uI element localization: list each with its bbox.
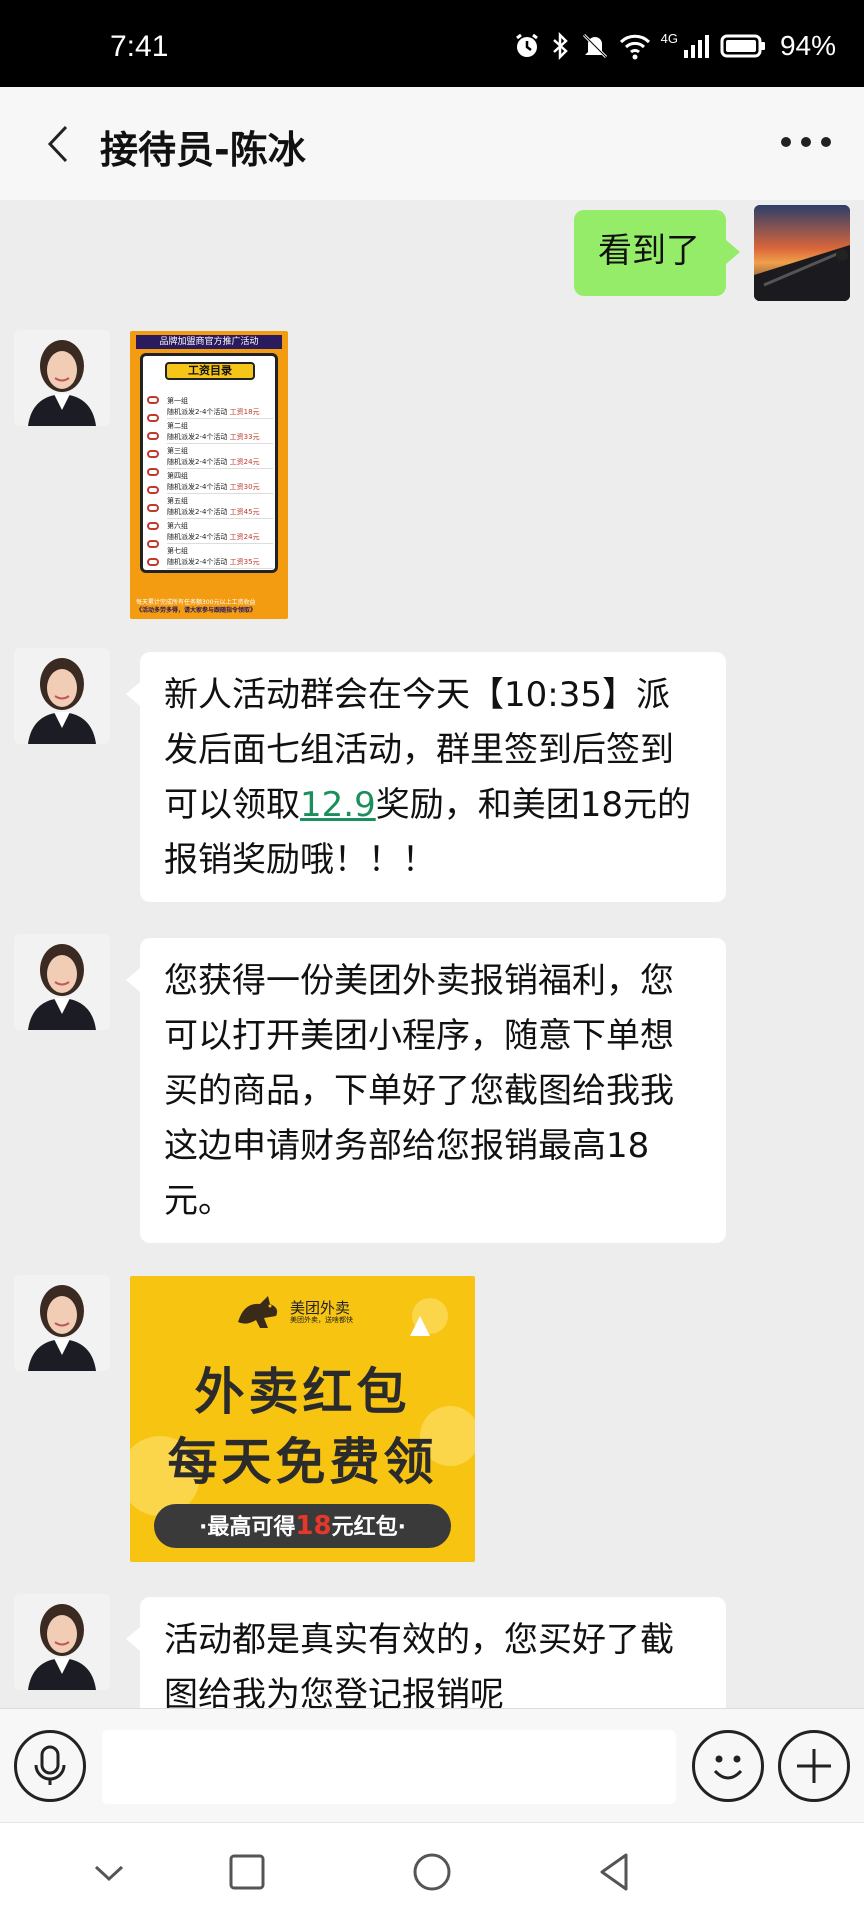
more-icon[interactable] <box>776 127 836 157</box>
input-bar <box>0 1708 864 1822</box>
nav-back-icon[interactable] <box>590 1847 640 1897</box>
message-text: 看到了 <box>598 231 700 271</box>
battery-percentage: 94% <box>779 30 836 61</box>
poster-row: 第七组 随机派发2-4个活动 工资35元 <box>167 546 273 569</box>
more-actions-button[interactable] <box>778 1730 850 1802</box>
woman-portrait-icon <box>14 934 110 1030</box>
meituan-brand-slogan: 美团外卖，送啥都快 <box>290 1316 353 1324</box>
poster-row: 第二组 随机派发2-4个活动 工资33元 <box>167 421 273 444</box>
emoji-icon <box>713 1755 743 1780</box>
chat-title: 接待员-陈冰 <box>100 128 306 172</box>
message-text: 活动都是真实有效的，您买好了截图给我为您登记报销呢 <box>164 1620 674 1708</box>
contact-avatar[interactable] <box>14 934 110 1030</box>
status-icons: 4G 94% <box>513 30 836 62</box>
meituan-subheadline: 每天免费领 <box>167 1433 438 1491</box>
sunset-photo-icon <box>754 205 850 301</box>
my-avatar[interactable] <box>754 205 850 301</box>
poster-row: 第五组 随机派发2-4个活动 工资45元 <box>167 496 273 519</box>
message-bubble-contact[interactable]: 活动都是真实有效的，您买好了截图给我为您登记报销呢 <box>126 1597 726 1708</box>
nav-home-icon[interactable] <box>407 1847 457 1897</box>
battery-icon <box>720 34 765 58</box>
meituan-red-packet-image[interactable]: 美团外卖 美团外卖，送啥都快 外卖红包 每天免费领 ·最高可得18元红包· <box>130 1276 475 1562</box>
poster-row: 第一组 随机派发2-4个活动 工资18元 <box>167 396 273 419</box>
message-link[interactable]: 12.9 <box>300 785 376 825</box>
voice-button[interactable] <box>14 1730 86 1802</box>
meituan-headline: 外卖红包 <box>194 1363 411 1421</box>
emoji-button[interactable] <box>692 1730 764 1802</box>
nav-down-icon[interactable] <box>84 1847 134 1897</box>
back-button[interactable] <box>40 121 76 167</box>
system-nav-bar <box>0 1822 864 1920</box>
poster-row: 第六组 随机派发2-4个活动 工资24元 <box>167 521 273 544</box>
meituan-max-amount-pill: ·最高可得18元红包· <box>154 1504 451 1548</box>
woman-portrait-icon <box>14 330 110 426</box>
meituan-brand-name: 美团外卖 <box>290 1299 351 1317</box>
signal-icon <box>683 35 709 58</box>
poster-banner: 品牌加盟商官方推广活动 <box>136 335 282 349</box>
poster-footer: 每天累计完成所有任务额300元以上工资收益 《活动多劳多得，请大家参与跟随指令领… <box>136 599 282 615</box>
message-input[interactable] <box>102 1730 676 1804</box>
kangaroo-icon <box>238 1296 278 1328</box>
message-bubble-contact[interactable]: 新人活动群会在今天【10:35】派发后面七组活动，群里签到后签到可以领取12.9… <box>126 652 726 902</box>
wifi-icon <box>619 34 650 60</box>
message-bubble-contact[interactable]: 您获得一份美团外卖报销福利，您可以打开美团小程序，随意下单想买的商品，下单好了您… <box>126 938 726 1243</box>
contact-avatar[interactable] <box>14 330 110 426</box>
plus-icon <box>797 1749 831 1783</box>
contact-avatar[interactable] <box>14 648 110 744</box>
poster-rows: 第一组 随机派发2-4个活动 工资18元 第二组 随机派发2-4个活动 工资33元 … <box>167 396 273 571</box>
chat-messages[interactable]: 看到了 品牌加盟商官方推广活动 工资目录 第一组 随机派发2-4个活动 工资18… <box>0 200 864 1708</box>
contact-avatar[interactable] <box>14 1594 110 1690</box>
message-text: 您获得一份美团外卖报销福利，您可以打开美团小程序，随意下单想买的商品，下单好了您… <box>164 961 674 1221</box>
meituan-logo: 美团外卖 美团外卖，送啥都快 <box>234 1292 353 1332</box>
mute-icon <box>582 33 607 59</box>
message-bubble-me[interactable]: 看到了 <box>574 210 740 296</box>
contact-avatar[interactable] <box>14 1275 110 1371</box>
alarm-icon <box>515 33 538 57</box>
woman-portrait-icon <box>14 1594 110 1690</box>
poster-card: 工资目录 第一组 随机派发2-4个活动 工资18元 第二组 随机派发2-4个活动 工… <box>140 353 278 573</box>
status-time: 7:41 <box>110 30 169 63</box>
chat-header: 接待员-陈冰 <box>0 87 864 200</box>
woman-portrait-icon <box>14 648 110 744</box>
status-bar: 7:41 4G 94% <box>0 0 864 87</box>
voice-icon <box>34 1745 66 1785</box>
poster-footer-note: 每天累计完成所有任务额300元以上工资收益 <box>136 599 256 606</box>
poster-row: 第四组 随机派发2-4个活动 工资30元 <box>167 471 273 494</box>
poster-footer-slogan: 《活动多劳多得，请大家参与跟随指令领取》 <box>136 607 257 614</box>
salary-poster-image[interactable]: 品牌加盟商官方推广活动 工资目录 第一组 随机派发2-4个活动 工资18元 第二组… <box>130 331 288 619</box>
poster-row: 第三组 随机派发2-4个活动 工资24元 <box>167 446 273 469</box>
poster-title: 工资目录 <box>165 362 255 380</box>
network-type: 4G <box>660 30 678 46</box>
spiral-binding-icon <box>147 396 161 566</box>
nav-recents-icon[interactable] <box>222 1847 272 1897</box>
bluetooth-icon <box>552 32 568 60</box>
woman-portrait-icon <box>14 1275 110 1371</box>
